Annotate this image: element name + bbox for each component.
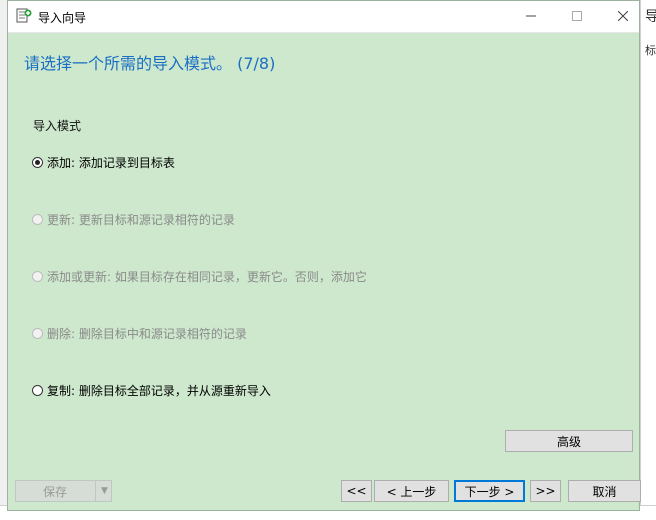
advanced-button[interactable]: 高级 (505, 430, 633, 452)
import-wizard-dialog: 导入向导 请选择一个所需的导入模式。 (7/8) 导入模式 添加: 添加记录到目… (7, 0, 641, 511)
window-title: 导入向导 (38, 11, 87, 25)
background-text-fragment: 标 (645, 44, 656, 57)
close-icon (618, 11, 628, 21)
import-wizard-icon (16, 8, 32, 23)
option-update[interactable]: 更新: 更新目标和源记录相符的记录 (32, 211, 235, 228)
option-label: 更新: 更新目标和源记录相符的记录 (47, 213, 235, 227)
minimize-button[interactable] (508, 1, 554, 31)
option-delete[interactable]: 删除: 删除目标中和源记录相符的记录 (32, 325, 247, 342)
previous-button[interactable]: < 上一步 (374, 480, 449, 502)
radio-button[interactable] (32, 214, 43, 225)
save-button-label: 保存 (42, 484, 67, 499)
radio-button[interactable] (32, 328, 43, 339)
import-mode-label: 导入模式 (33, 119, 82, 133)
radio-button[interactable] (32, 385, 43, 396)
title-bar[interactable]: 导入向导 (8, 1, 639, 33)
step-title: 请选择一个所需的导入模式。 (7/8) (24, 54, 276, 73)
maximize-icon (572, 11, 582, 21)
radio-button[interactable] (32, 271, 43, 282)
background-text-fragment: 导 (645, 9, 656, 25)
cancel-button[interactable]: 取消 (568, 480, 641, 502)
option-label: 添加: 添加记录到目标表 (47, 156, 175, 170)
chevron-down-icon[interactable]: ▼ (95, 481, 113, 501)
radio-button[interactable] (32, 157, 43, 168)
option-label: 添加或更新: 如果目标存在相同记录，更新它。否则，添加它 (47, 270, 367, 284)
background-right-panel: 导 标 (640, 0, 656, 519)
last-step-button[interactable]: >> (530, 480, 561, 502)
option-label: 复制: 删除目标全部记录，并从源重新导入 (47, 384, 271, 398)
close-button[interactable] (600, 1, 646, 31)
minimize-icon (526, 15, 536, 17)
option-copy[interactable]: 复制: 删除目标全部记录，并从源重新导入 (32, 382, 271, 399)
option-append-or-update[interactable]: 添加或更新: 如果目标存在相同记录，更新它。否则，添加它 (32, 268, 367, 285)
first-step-button[interactable]: << (341, 480, 372, 502)
maximize-button[interactable] (554, 1, 600, 31)
next-button[interactable]: 下一步 > (454, 480, 525, 502)
option-append[interactable]: 添加: 添加记录到目标表 (32, 154, 175, 171)
save-split-button[interactable]: 保存 ▼ (15, 480, 112, 502)
option-label: 删除: 删除目标中和源记录相符的记录 (47, 327, 247, 341)
